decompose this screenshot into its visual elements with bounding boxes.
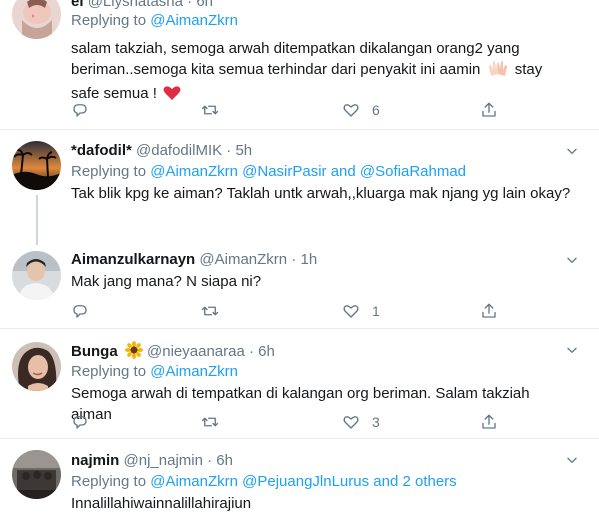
replying-prefix: Replying to — [71, 473, 147, 490]
separator: · — [248, 343, 254, 360]
retweet-button[interactable] — [201, 301, 219, 321]
tweet-text: Mak jang mana? N siapa ni? — [71, 273, 262, 290]
replying-prefix: Replying to — [71, 12, 147, 29]
tweet-5[interactable]: najmin @nj_najmin · 6h Replying to @Aima… — [0, 439, 599, 514]
chevron-down-icon[interactable] — [565, 453, 579, 467]
share-button[interactable] — [480, 301, 498, 321]
tweet-4[interactable]: Bunga @nieyaanaraa · 6h Replying to @Aim… — [0, 329, 599, 437]
separator: · — [226, 142, 232, 159]
tweet-text: salam takziah, semoga arwah ditempatkan … — [71, 38, 569, 107]
timestamp[interactable]: 5h — [235, 142, 252, 159]
author-handle[interactable]: @nieyaanaraa — [147, 343, 245, 360]
author-handle[interactable]: @dafodilMIK — [136, 142, 222, 159]
like-icon — [343, 104, 359, 117]
replying-prefix: Replying to — [71, 163, 147, 180]
replying-to: Replying to @AimanZkrn @PejuangJlnLurus … — [71, 472, 457, 492]
author-name[interactable]: *dafodil* — [71, 142, 132, 159]
reply-button[interactable] — [71, 412, 89, 432]
share-icon — [482, 414, 496, 429]
share-icon — [482, 303, 496, 318]
chevron-down-icon[interactable] — [565, 144, 579, 158]
author-name[interactable]: Bunga — [71, 343, 118, 360]
tweet-text: Innalillahiwainnalillahirajiun — [71, 495, 252, 512]
like-count: 1 — [372, 303, 380, 319]
reply-button[interactable] — [71, 100, 89, 120]
tweet-3[interactable]: Aimanzulkarnayn @AimanZkrn · 1h Mak jang… — [0, 240, 599, 330]
timestamp[interactable]: 6h — [216, 452, 233, 469]
chevron-down-icon[interactable] — [565, 343, 579, 357]
replying-to: Replying to @AimanZkrn — [71, 362, 238, 382]
tweet-text: Tak blik kpg ke aiman? Taklah untk arwah… — [71, 185, 571, 202]
mention-link[interactable]: @AimanZkrn — [150, 12, 238, 29]
reply-icon — [73, 104, 87, 117]
author-handle[interactable]: @AimanZkrn — [199, 251, 287, 268]
avatar[interactable] — [12, 0, 61, 39]
replying-to: Replying to @AimanZkrn — [71, 11, 238, 31]
thread-line — [36, 195, 38, 245]
mention-link[interactable]: @AimanZkrn @NasirPasir and @SofiaRahmad — [150, 163, 466, 180]
like-icon — [343, 305, 359, 318]
author-name[interactable]: Aimanzulkarnayn — [71, 251, 195, 268]
separator: · — [291, 251, 297, 268]
tweet-1[interactable]: el @Liyshatasha · 6h Replying to @AimanZ… — [0, 0, 599, 119]
mention-link[interactable]: @AimanZkrn @PejuangJlnLurus and 2 others — [150, 473, 456, 490]
replying-prefix: Replying to — [71, 363, 147, 380]
like-icon — [343, 416, 359, 429]
reply-button[interactable] — [71, 301, 89, 321]
timestamp[interactable]: 6h — [196, 0, 213, 10]
avatar[interactable] — [12, 450, 61, 499]
retweet-button[interactable] — [201, 100, 219, 120]
author-name[interactable]: el — [71, 0, 84, 10]
separator: · — [207, 452, 213, 469]
retweet-button[interactable] — [201, 412, 219, 432]
share-button[interactable] — [480, 412, 498, 432]
like-button[interactable]: 3 — [342, 412, 380, 432]
avatar[interactable] — [12, 251, 61, 300]
reply-icon — [73, 305, 87, 318]
chevron-down-icon[interactable] — [565, 253, 579, 267]
timestamp[interactable]: 6h — [258, 343, 275, 360]
share-button[interactable] — [480, 100, 498, 120]
author-name[interactable]: najmin — [71, 452, 119, 469]
avatar[interactable] — [12, 141, 61, 190]
retweet-icon — [201, 417, 219, 427]
reply-icon — [73, 416, 87, 429]
retweet-icon — [201, 105, 219, 115]
like-count: 6 — [372, 102, 380, 118]
like-button[interactable]: 6 — [342, 100, 380, 120]
like-count: 3 — [372, 414, 380, 430]
like-button[interactable]: 1 — [342, 301, 380, 321]
mention-link[interactable]: @AimanZkrn — [150, 363, 238, 380]
share-icon — [482, 102, 496, 117]
separator: · — [187, 0, 193, 10]
raised-hands-emoji — [488, 60, 508, 83]
author-handle[interactable]: @nj_najmin — [124, 452, 203, 469]
timestamp[interactable]: 1h — [300, 251, 317, 268]
author-handle[interactable]: @Liyshatasha — [88, 0, 183, 10]
avatar[interactable] — [12, 342, 61, 391]
retweet-icon — [201, 306, 219, 316]
tweet-2[interactable]: *dafodil* @dafodilMIK · 5h Replying to @… — [0, 130, 599, 245]
replying-to: Replying to @AimanZkrn @NasirPasir and @… — [71, 162, 466, 182]
tweet-text-part: salam takziah, semoga arwah ditempatkan … — [71, 40, 520, 78]
